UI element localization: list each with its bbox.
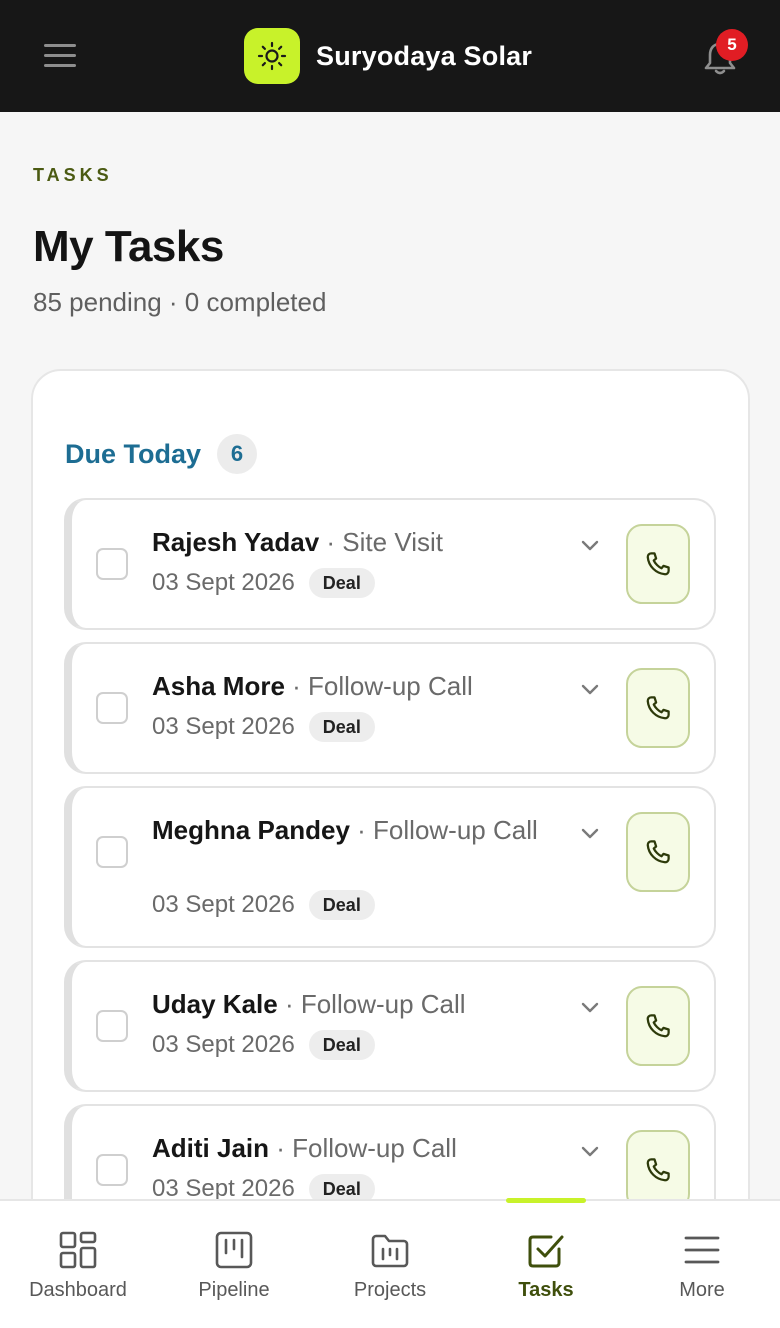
nav-tasks[interactable]: Tasks — [468, 1201, 624, 1328]
nav-projects[interactable]: Projects — [312, 1201, 468, 1328]
page-title: My Tasks — [33, 222, 224, 271]
chevron-down-icon[interactable] — [578, 821, 602, 845]
task-item[interactable]: Meghna Pandey · Follow-up Call 03 Sept 2… — [64, 786, 716, 948]
section-title: Due Today — [65, 438, 202, 469]
folder-icon — [371, 1234, 409, 1268]
task-contact-name: Uday Kale — [152, 989, 278, 1019]
page-subtitle: 85 pending · 0 completed — [33, 287, 327, 317]
task-contact-name: Asha More — [152, 671, 285, 701]
task-date: 03 Sept 2026 — [152, 1031, 295, 1058]
menu-icon[interactable] — [44, 40, 76, 72]
task-meta: 03 Sept 2026 Deal — [152, 890, 375, 920]
phone-icon — [646, 696, 670, 720]
task-title: Meghna Pandey · Follow-up Call — [152, 812, 552, 848]
kanban-icon — [215, 1231, 253, 1269]
task-checkbox[interactable] — [96, 836, 128, 868]
menu-icon — [684, 1236, 720, 1264]
task-contact-name: Rajesh Yadav — [152, 527, 320, 557]
chevron-down-icon[interactable] — [578, 995, 602, 1019]
chevron-down-icon[interactable] — [578, 677, 602, 701]
call-button[interactable] — [626, 812, 690, 892]
top-app-bar: Suryodaya Solar 5 — [0, 0, 780, 112]
page-eyebrow: TASKS — [33, 165, 113, 185]
call-button[interactable] — [626, 524, 690, 604]
checkbox-icon — [528, 1235, 564, 1268]
nav-dashboard[interactable]: Dashboard — [0, 1201, 156, 1328]
task-checkbox[interactable] — [96, 692, 128, 724]
grid-icon — [59, 1231, 97, 1269]
nav-pipeline[interactable]: Pipeline — [156, 1201, 312, 1328]
task-title: Aditi Jain · Follow-up Call — [152, 1130, 552, 1166]
nav-label: Tasks — [518, 1279, 574, 1301]
nav-label: More — [679, 1279, 725, 1301]
sun-icon — [244, 28, 300, 84]
task-title: Asha More · Follow-up Call — [152, 668, 552, 704]
task-meta: 03 Sept 2026 Deal — [152, 1030, 375, 1060]
phone-icon — [646, 840, 670, 864]
task-item[interactable]: Rajesh Yadav · Site Visit 03 Sept 2026 D… — [64, 498, 716, 630]
task-date: 03 Sept 2026 — [152, 713, 295, 740]
call-button[interactable] — [626, 668, 690, 748]
notification-badge: 5 — [716, 29, 748, 61]
task-date: 03 Sept 2026 — [152, 891, 295, 918]
task-meta: 03 Sept 2026 Deal — [152, 568, 375, 598]
section-header: Due Today 6 — [65, 434, 258, 474]
nav-more[interactable]: More — [624, 1201, 780, 1328]
task-checkbox[interactable] — [96, 548, 128, 580]
app-name: Suryodaya Solar — [316, 40, 533, 71]
task-tag: Deal — [308, 712, 375, 742]
task-meta: 03 Sept 2026 Deal — [152, 712, 375, 742]
task-type: · Follow-up Call — [269, 1133, 457, 1163]
task-item[interactable]: Uday Kale · Follow-up Call 03 Sept 2026 … — [64, 960, 716, 1092]
nav-label: Projects — [353, 1279, 427, 1301]
task-tag: Deal — [308, 568, 375, 598]
nav-label: Pipeline — [198, 1279, 270, 1301]
task-checkbox[interactable] — [96, 1154, 128, 1186]
task-tag: Deal — [308, 1030, 375, 1060]
brand: Suryodaya Solar — [244, 28, 532, 84]
phone-icon — [646, 1014, 670, 1038]
task-checkbox[interactable] — [96, 1010, 128, 1042]
task-type: · Follow-up Call — [349, 815, 538, 845]
task-title: Uday Kale · Follow-up Call — [152, 986, 552, 1022]
task-item[interactable]: Asha More · Follow-up Call 03 Sept 2026 … — [64, 642, 716, 774]
chevron-down-icon[interactable] — [578, 1139, 602, 1163]
task-type: · Site Visit — [319, 527, 443, 557]
task-contact-name: Aditi Jain — [152, 1133, 270, 1163]
bottom-nav: Dashboard Pipeline Projects Tasks More — [0, 1198, 780, 1328]
call-button[interactable] — [626, 1130, 690, 1210]
nav-label: Dashboard — [29, 1279, 127, 1301]
phone-icon — [646, 552, 670, 576]
task-tag: Deal — [308, 890, 375, 920]
chevron-down-icon[interactable] — [578, 533, 602, 557]
task-type: · Follow-up Call — [284, 671, 473, 701]
task-date: 03 Sept 2026 — [152, 569, 295, 596]
task-title: Rajesh Yadav · Site Visit — [152, 524, 552, 560]
phone-icon — [646, 1158, 670, 1182]
task-contact-name: Meghna Pandey — [152, 815, 350, 845]
call-button[interactable] — [626, 986, 690, 1066]
section-count-badge: 6 — [217, 434, 258, 474]
task-type: · Follow-up Call — [277, 989, 466, 1019]
